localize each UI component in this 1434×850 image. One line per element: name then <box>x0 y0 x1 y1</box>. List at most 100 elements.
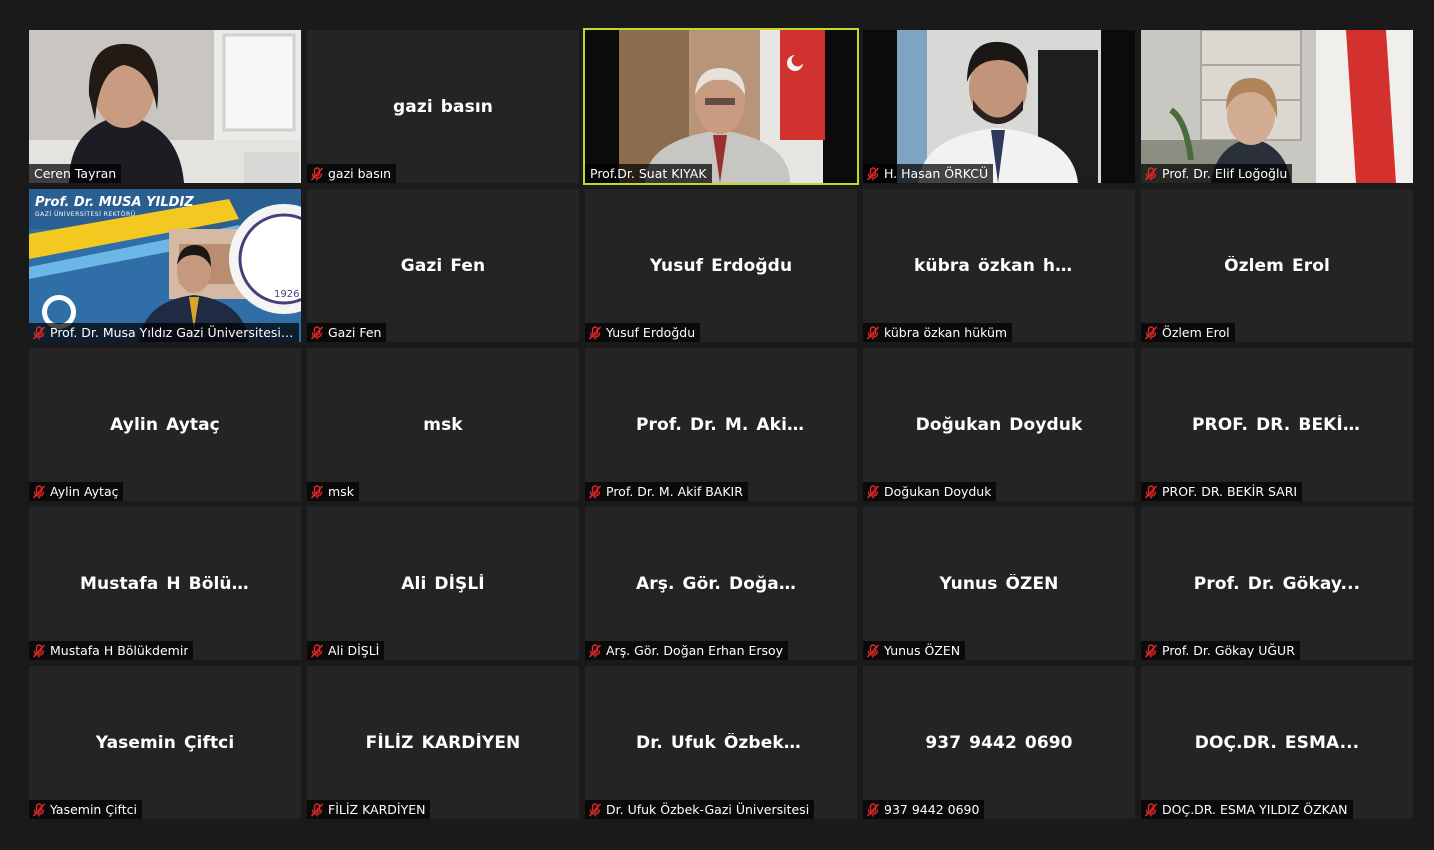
participant-tile[interactable]: Prof. Dr. Gökay... Prof. Dr. Gökay UĞUR <box>1141 507 1413 660</box>
participant-name: Gazi Fen <box>328 325 382 340</box>
participant-tile[interactable]: PROF. DR. BEKİR... PROF. DR. BEKİR SARI <box>1141 348 1413 501</box>
participant-display-name-text: 937 9442 0690 <box>925 732 1073 753</box>
participant-tile[interactable]: FİLİZ KARDİYEN FİLİZ KARDİYEN <box>307 666 579 819</box>
participant-name-label: 937 9442 0690 <box>863 800 985 819</box>
participant-display-name: Ali DİŞLİ <box>307 507 579 660</box>
participant-name: FİLİZ KARDİYEN <box>328 802 426 817</box>
participant-display-name: Dr. Ufuk Özbek-... <box>585 666 857 819</box>
participant-name: PROF. DR. BEKİR SARI <box>1162 484 1298 499</box>
participant-name: H. Hasan ÖRKCÜ <box>884 166 989 181</box>
participant-display-name-text: DOÇ.DR. ESMA... <box>1194 732 1360 753</box>
participant-name-label: msk <box>307 482 359 501</box>
participant-tile[interactable]: kübra özkan hük... kübra özkan hüküm <box>863 189 1135 342</box>
participant-tile[interactable]: msk msk <box>307 348 579 501</box>
participant-display-name-text: msk <box>423 414 463 435</box>
participant-tile[interactable]: Ali DİŞLİ Ali DİŞLİ <box>307 507 579 660</box>
participant-display-name: Prof. Dr. M. Akif... <box>585 348 857 501</box>
participant-name-label: Prof. Dr. Gökay UĞUR <box>1141 641 1300 660</box>
participant-name: Yasemin Çiftci <box>50 802 137 817</box>
participant-name: DOÇ.DR. ESMA YILDIZ ÖZKAN <box>1162 802 1348 817</box>
participant-tile[interactable]: Yunus ÖZEN Yunus ÖZEN <box>863 507 1135 660</box>
participant-tile[interactable]: Prof. Dr. M. Akif... Prof. Dr. M. Akif BA… <box>585 348 857 501</box>
participant-tile[interactable]: Arş. Gör. Doğan... Arş. Gör. Doğan Erhan … <box>585 507 857 660</box>
participant-display-name: Mustafa H Bölük... <box>29 507 301 660</box>
participant-tile[interactable]: Yusuf Erdoğdu Yusuf Erdoğdu <box>585 189 857 342</box>
muted-mic-icon <box>588 484 602 499</box>
participant-tile[interactable]: Yasemin Çiftci Yasemin Çiftci <box>29 666 301 819</box>
muted-mic-icon <box>866 802 880 817</box>
participant-name: Ceren Tayran <box>34 166 117 181</box>
participant-name: Prof. Dr. Gökay UĞUR <box>1162 643 1295 658</box>
participant-display-name: Aylin Aytaç <box>29 348 301 501</box>
muted-mic-icon <box>310 166 324 181</box>
participant-tile[interactable]: Aylin Aytaç Aylin Aytaç <box>29 348 301 501</box>
participant-name: msk <box>328 484 354 499</box>
participant-display-name-text: kübra özkan hük... <box>914 255 1084 276</box>
participant-tile[interactable]: Dr. Ufuk Özbek-... Dr. Ufuk Özbek-Gazi Ün… <box>585 666 857 819</box>
participant-name-label: Ali DİŞLİ <box>307 641 385 660</box>
participant-name-label: Aylin Aytaç <box>29 482 124 501</box>
muted-mic-icon <box>588 802 602 817</box>
participant-display-name-text: Ali DİŞLİ <box>401 573 485 594</box>
participant-video <box>585 30 857 183</box>
muted-mic-icon <box>310 325 324 340</box>
muted-mic-icon <box>1144 643 1158 658</box>
participant-name: Prof. Dr. Musa Yıldız Gazi Üniversitesi … <box>50 325 294 340</box>
participant-name-label: kübra özkan hüküm <box>863 323 1013 342</box>
participant-display-name-text: Prof. Dr. Gökay... <box>1193 573 1361 594</box>
muted-mic-icon <box>1144 802 1158 817</box>
muted-mic-icon <box>1144 325 1158 340</box>
participant-display-name: FİLİZ KARDİYEN <box>307 666 579 819</box>
participant-name-label: Arş. Gör. Doğan Erhan Ersoy <box>585 641 789 660</box>
participant-name: Prof. Dr. M. Akif BAKIR <box>606 484 743 499</box>
participant-name-label: gazi basın <box>307 164 397 183</box>
participant-display-name-text: gazi basın <box>393 96 493 117</box>
participant-display-name-text: Yasemin Çiftci <box>95 732 235 753</box>
participant-name: Aylin Aytaç <box>50 484 119 499</box>
participant-display-name-text: Yunus ÖZEN <box>939 573 1059 594</box>
participant-name-label: Prof. Dr. Elif Loğoğlu <box>1141 164 1293 183</box>
muted-mic-icon <box>866 166 880 181</box>
participant-tile[interactable]: Prof.Dr. Suat KIYAK <box>583 28 859 185</box>
participant-display-name: Arş. Gör. Doğan... <box>585 507 857 660</box>
participant-tile[interactable]: Prof. Dr. Elif Loğoğlu <box>1141 30 1413 183</box>
muted-mic-icon <box>32 802 46 817</box>
participant-display-name-text: Prof. Dr. M. Akif... <box>636 414 806 435</box>
participant-display-name: Prof. Dr. Gökay... <box>1141 507 1413 660</box>
participant-name-label: Prof.Dr. Suat KIYAK <box>585 164 712 183</box>
participant-tile[interactable]: Prof. Dr. MUSA YILDIZ GAZİ ÜNİVERSİTESİ R… <box>29 189 301 342</box>
participant-name-label: Prof. Dr. M. Akif BAKIR <box>585 482 748 501</box>
participant-tile[interactable]: Doğukan Doyduk Doğukan Doyduk <box>863 348 1135 501</box>
participant-display-name: PROF. DR. BEKİR... <box>1141 348 1413 501</box>
participant-display-name: gazi basın <box>307 30 579 183</box>
participant-name: Ali DİŞLİ <box>328 643 380 658</box>
participant-tile[interactable]: 937 9442 0690 937 9442 0690 <box>863 666 1135 819</box>
participant-tile[interactable]: DOÇ.DR. ESMA... DOÇ.DR. ESMA YILDIZ ÖZKAN <box>1141 666 1413 819</box>
participant-name: kübra özkan hüküm <box>884 325 1008 340</box>
participant-name-label: Yunus ÖZEN <box>863 641 966 660</box>
muted-mic-icon <box>866 484 880 499</box>
participant-tile[interactable]: Mustafa H Bölük... Mustafa H Bölükdemir <box>29 507 301 660</box>
participant-display-name: 937 9442 0690 <box>863 666 1135 819</box>
banner-subtitle: GAZİ ÜNİVERSİTESİ REKTÖRÜ <box>35 211 136 218</box>
seal-year: 1926 <box>274 289 300 300</box>
participant-video <box>1141 30 1413 183</box>
muted-mic-icon <box>588 325 602 340</box>
participant-name: Doğukan Doyduk <box>884 484 992 499</box>
participant-tile[interactable]: Ceren Tayran <box>29 30 301 183</box>
participant-name-label: Prof. Dr. Musa Yıldız Gazi Üniversitesi … <box>29 323 299 342</box>
participant-display-name-text: Dr. Ufuk Özbek-... <box>636 732 806 753</box>
participant-name-label: FİLİZ KARDİYEN <box>307 800 431 819</box>
participant-tile[interactable]: Özlem Erol Özlem Erol <box>1141 189 1413 342</box>
muted-mic-icon <box>1144 166 1158 181</box>
participant-display-name: Yusuf Erdoğdu <box>585 189 857 342</box>
participant-display-name: Özlem Erol <box>1141 189 1413 342</box>
banner-title: Prof. Dr. MUSA YILDIZ <box>35 195 194 210</box>
participant-tile[interactable]: gazi basın gazi basın <box>307 30 579 183</box>
participant-name: Arş. Gör. Doğan Erhan Ersoy <box>606 643 784 658</box>
participant-tile[interactable]: Gazi Fen Gazi Fen <box>307 189 579 342</box>
participant-name: gazi basın <box>328 166 392 181</box>
participant-tile[interactable]: H. Hasan ÖRKCÜ <box>863 30 1135 183</box>
muted-mic-icon <box>32 643 46 658</box>
participant-display-name: Yunus ÖZEN <box>863 507 1135 660</box>
